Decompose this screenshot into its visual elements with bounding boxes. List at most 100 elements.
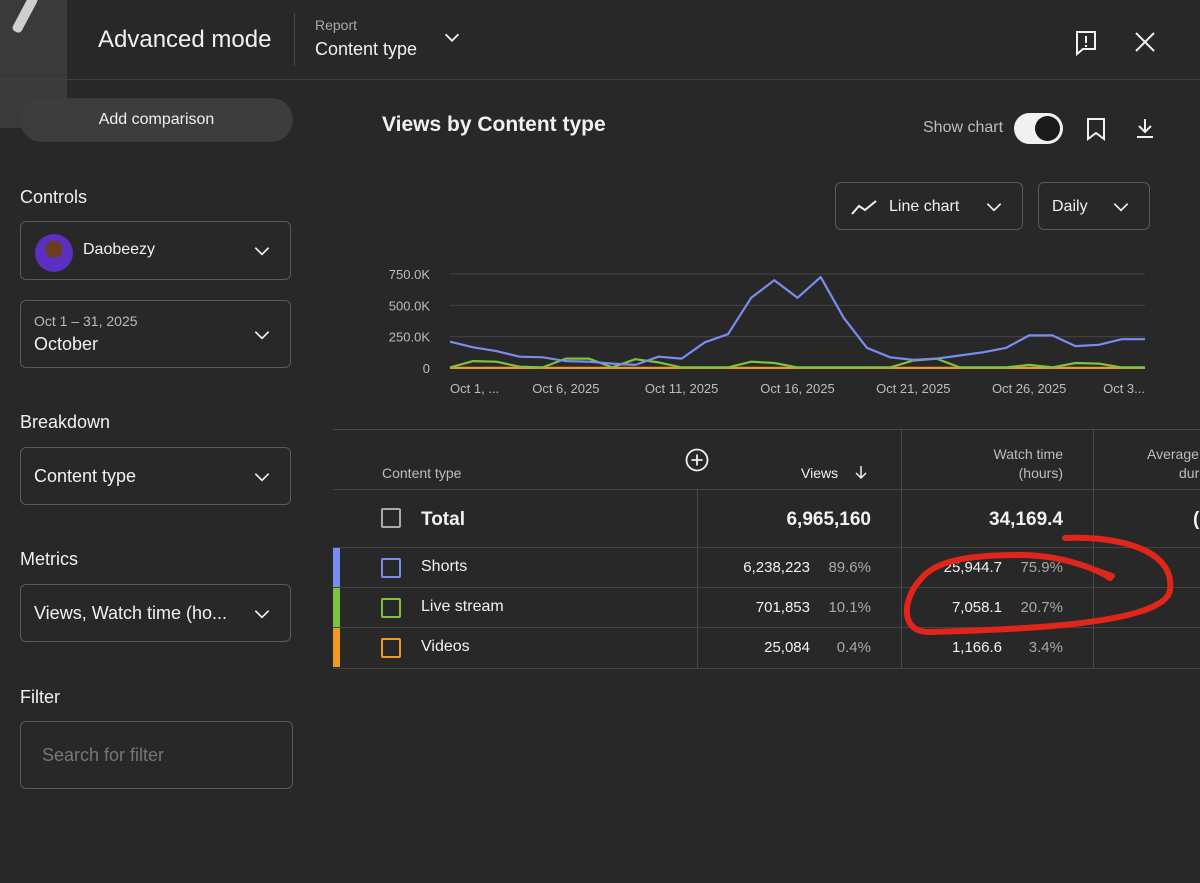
breakdown-label: Breakdown (20, 412, 111, 432)
chevron-down-icon[interactable] (441, 27, 463, 49)
row-label: Shorts (421, 558, 468, 575)
chevron-down-icon (254, 247, 270, 256)
row-views-pct: 10.1% (828, 599, 871, 616)
row-views: 701,853 (755, 599, 810, 616)
date-range: Oct 1 – 31, 2025 (34, 313, 138, 329)
chevron-down-icon (986, 203, 1002, 212)
row-label: Videos (421, 638, 470, 655)
watch-time-line1: Watch time (993, 446, 1064, 462)
close-icon[interactable] (1133, 30, 1157, 54)
row-divider (333, 587, 1200, 588)
y-tick-label: 250.0K (389, 330, 431, 345)
x-tick-label: Oct 21, 2025 (876, 381, 950, 396)
row-divider (333, 547, 1200, 548)
channel-name: Daobeezy (83, 241, 156, 258)
col-header-views[interactable]: Views (801, 465, 838, 481)
add-comparison-button[interactable]: Add comparison (20, 98, 293, 142)
average-line2: dur (1179, 465, 1200, 481)
total-average: ( (1193, 509, 1200, 530)
x-tick-label: Oct 3... (1103, 381, 1145, 396)
header-divider (294, 13, 295, 66)
show-chart-label: Show chart (923, 119, 1004, 136)
chevron-down-icon (254, 610, 270, 619)
chart-type-select[interactable]: Line chart (835, 182, 1023, 230)
col-header-watch-time[interactable]: Watch time (hours) (900, 445, 1064, 483)
date-range-select[interactable]: Oct 1 – 31, 2025 October (20, 300, 291, 368)
col-header-content-type: Content type (382, 465, 462, 481)
filter-search-input[interactable] (20, 721, 293, 789)
metrics-label: Metrics (20, 549, 78, 569)
series-color-bar (333, 628, 340, 667)
line-chart-icon (851, 200, 877, 215)
col-header-average[interactable]: Average dur (1147, 445, 1200, 483)
row-checkbox[interactable] (381, 638, 401, 658)
table-bottom-border (333, 668, 1200, 669)
filter-label: Filter (20, 687, 60, 707)
series-color-bar (333, 548, 340, 587)
bookmark-icon[interactable] (1085, 117, 1107, 141)
metrics-value: Views, Watch time (ho... (34, 603, 228, 623)
row-label: Live stream (421, 598, 504, 615)
chevron-down-icon (254, 331, 270, 340)
row-divider (333, 627, 1200, 628)
total-watch-time: 34,169.4 (989, 509, 1063, 530)
row-views: 25,084 (764, 639, 810, 656)
metrics-select[interactable]: Views, Watch time (ho... (20, 584, 291, 642)
row-watch-pct: 75.9% (1020, 559, 1063, 576)
chart-type-label: Line chart (889, 198, 960, 215)
breakdown-value: Content type (34, 466, 137, 486)
breakdown-select[interactable]: Content type (20, 447, 291, 505)
x-tick-label: Oct 11, 2025 (645, 381, 718, 396)
mode-title: Advanced mode (98, 26, 272, 53)
interval-select[interactable]: Daily (1038, 182, 1150, 230)
date-period: October (34, 334, 99, 354)
controls-label: Controls (20, 187, 88, 207)
avatar (35, 234, 73, 272)
x-tick-label: Oct 16, 2025 (760, 381, 834, 396)
series-line-shorts (449, 276, 1145, 367)
row-checkbox[interactable] (381, 558, 401, 578)
average-line1: Average (1147, 446, 1199, 462)
total-label: Total (421, 509, 465, 530)
views-line-chart[interactable]: 750.0K 500.0K 250.0K 0 Oct 1, ... Oct 6, 2025… (380, 262, 1160, 402)
x-tick-label: Oct 6, 2025 (532, 381, 599, 396)
report-label: Report (315, 17, 358, 33)
table-top-border (333, 429, 1200, 430)
add-column-icon[interactable] (685, 448, 709, 472)
row-divider (333, 489, 1200, 490)
col-divider (697, 490, 698, 668)
row-watch-time: 1,166.6 (951, 639, 1002, 656)
chart-title: Views by Content type (382, 113, 606, 136)
interval-label: Daily (1052, 198, 1088, 215)
show-chart-toggle[interactable] (1014, 113, 1063, 144)
row-watch-pct: 20.7% (1020, 599, 1063, 616)
report-select[interactable]: Content type (315, 39, 417, 60)
toggle-knob (1035, 116, 1060, 141)
row-checkbox[interactable] (381, 598, 401, 618)
col-divider (1093, 430, 1094, 668)
series-color-bar (333, 588, 340, 627)
top-header: Advanced mode Report Content type (0, 0, 1200, 80)
chevron-down-icon (254, 473, 270, 482)
col-divider (901, 430, 902, 668)
channel-select[interactable]: Daobeezy (20, 221, 291, 280)
row-views-pct: 0.4% (836, 639, 871, 656)
total-views: 6,965,160 (786, 509, 871, 530)
y-tick-label: 0 (423, 361, 430, 376)
chevron-down-icon (1113, 203, 1129, 212)
sort-down-icon[interactable] (853, 464, 869, 480)
x-tick-label: Oct 26, 2025 (992, 381, 1066, 396)
total-checkbox[interactable] (381, 508, 401, 528)
y-tick-label: 500.0K (389, 298, 431, 313)
download-icon[interactable] (1133, 116, 1157, 140)
watch-time-line2: (hours) (1018, 465, 1063, 481)
row-watch-pct: 3.4% (1028, 639, 1063, 656)
row-watch-time: 7,058.1 (951, 599, 1002, 616)
feedback-icon[interactable] (1074, 30, 1098, 56)
row-watch-time: 25,944.7 (943, 559, 1002, 576)
red-annotation-circle (904, 534, 1174, 636)
y-tick-label: 750.0K (389, 267, 431, 282)
row-views: 6,238,223 (743, 559, 810, 576)
row-views-pct: 89.6% (828, 559, 871, 576)
x-tick-label: Oct 1, ... (450, 381, 499, 396)
